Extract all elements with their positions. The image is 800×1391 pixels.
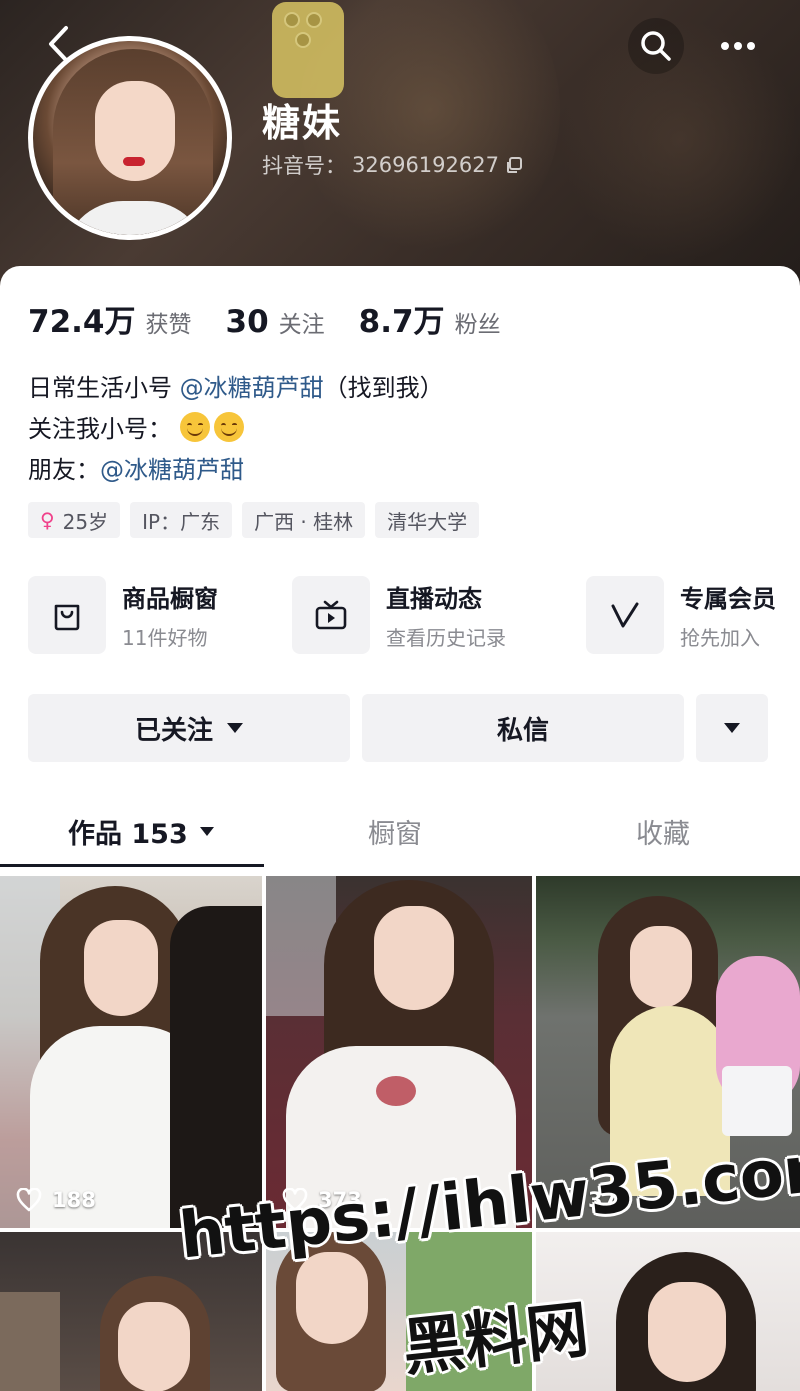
avatar[interactable] [28,36,232,240]
tab-works-label: 作品 153 [68,819,188,850]
following-button-label: 已关注 [134,715,213,746]
tab-favorites-label: 收藏 [636,819,690,850]
tab-shop-window-label: 橱窗 [368,819,422,850]
smile-emoji-icon [213,412,244,442]
bio-line-3-text: 朋友： [28,456,100,484]
bio: 日常生活小号 @冰糖葫芦甜（找到我） 关注我小号： 朋友：@冰糖葫芦甜 [28,368,444,491]
video-thumbnail[interactable] [266,1232,532,1391]
tab-works[interactable]: 作品 153 [68,812,214,851]
stat-following-value: 30 [225,304,269,340]
video-likes: 370 [552,1188,632,1212]
feature-membership-subtitle: 抢先加入 [680,626,760,650]
feature-shop-title: 商品橱窗 [122,585,218,613]
video-likes: 188 [16,1188,96,1212]
video-likes-count: 370 [588,1188,632,1212]
video-thumbnail[interactable] [0,1232,262,1391]
stat-likes[interactable]: 72.4万 获赞 [28,296,192,341]
active-tab-indicator [0,864,264,867]
copy-icon[interactable] [505,156,523,174]
stat-following-label: 关注 [278,312,325,338]
bio-mention-link[interactable]: @冰糖葫芦甜 [180,374,324,402]
bio-line-2-text: 关注我小号： [28,415,172,443]
feature-row: 商品橱窗 11件好物 直播动态 查看历史记录 专属会员 抢先加入 [28,576,800,656]
video-likes-count: 373 [318,1188,362,1212]
heart-outline-icon [282,1188,308,1212]
message-button-label: 私信 [496,715,549,746]
video-thumbnail[interactable]: 188 [0,876,262,1228]
tag-ip: IP：广东 [130,502,233,538]
following-button[interactable]: 已关注 [28,694,350,762]
tag-age: ♀ 25岁 [28,502,121,538]
bio-line-1-text: 日常生活小号 [28,374,180,402]
bio-line-1: 日常生活小号 @冰糖葫芦甜（找到我） [28,368,444,409]
bio-line-1-suffix: （找到我） [323,374,444,402]
video-likes: 373 [282,1188,362,1212]
tag-ip-text: IP：广东 [142,509,221,534]
feature-shop-subtitle: 11件好物 [122,626,208,650]
tag-school-text: 清华大学 [387,509,468,534]
stat-followers[interactable]: 8.7万 粉丝 [359,296,501,341]
douyin-id[interactable]: 抖音号： 32696192627 [262,150,523,180]
video-thumbnail[interactable]: 373 [266,876,532,1228]
profile-tags: ♀ 25岁 IP：广东 广西 · 桂林 清华大学 [28,502,480,538]
feature-membership-title: 专属会员 [680,585,776,613]
stat-following[interactable]: 30 关注 [226,304,325,340]
feature-live-title: 直播动态 [386,585,482,613]
stat-likes-label: 获赞 [145,312,192,338]
female-icon: ♀ [40,508,55,532]
search-button[interactable] [628,18,684,74]
tag-location-text: 广西 · 桂林 [254,509,354,534]
smile-emoji-icon [179,412,210,442]
feature-shop-window[interactable]: 商品橱窗 11件好物 [28,576,218,654]
caret-down-icon [227,723,243,733]
douyin-id-label: 抖音号： [262,154,346,178]
video-thumbnail[interactable] [536,1232,800,1391]
feature-live-subtitle: 查看历史记录 [386,626,506,650]
tag-school[interactable]: 清华大学 [375,502,480,538]
video-grid: 188 373 370 [0,876,800,1391]
live-tv-icon [292,576,370,654]
feature-membership[interactable]: 专属会员 抢先加入 [586,576,776,654]
shopping-bag-icon [28,576,106,654]
heart-outline-icon [552,1188,578,1212]
content-tabs: 作品 153 橱窗 收藏 [0,802,800,870]
stats-row: 72.4万 获赞 30 关注 8.7万 粉丝 [28,296,535,341]
more-button[interactable] [710,18,766,74]
tag-location[interactable]: 广西 · 桂林 [242,502,366,538]
tag-age-text: 25岁 [62,509,109,534]
feature-live[interactable]: 直播动态 查看历史记录 [292,576,506,654]
stat-followers-value: 8.7万 [358,304,445,340]
video-likes-count: 188 [52,1188,96,1212]
caret-down-icon [199,827,214,836]
bio-mention-link-2[interactable]: @冰糖葫芦甜 [100,456,244,484]
tab-favorites[interactable]: 收藏 [636,812,690,851]
bio-line-2: 关注我小号： [28,409,444,450]
douyin-id-value: 32696192627 [352,153,499,177]
more-dots-icon [721,42,755,50]
v-icon [586,576,664,654]
heart-outline-icon [16,1188,42,1212]
stat-followers-label: 粉丝 [454,312,501,338]
header-background-phone [272,2,344,98]
video-thumbnail[interactable]: 370 [536,876,800,1228]
message-button[interactable]: 私信 [362,694,684,762]
profile-name: 糖妹 [262,101,343,145]
bio-line-3: 朋友：@冰糖葫芦甜 [28,450,444,491]
profile-header: 糖妹 抖音号： 32696192627 [0,0,800,300]
tab-shop-window[interactable]: 橱窗 [368,812,422,851]
stat-likes-value: 72.4万 [28,304,136,340]
more-actions-button[interactable] [696,694,768,762]
caret-down-icon [724,723,740,733]
search-icon [641,31,671,61]
